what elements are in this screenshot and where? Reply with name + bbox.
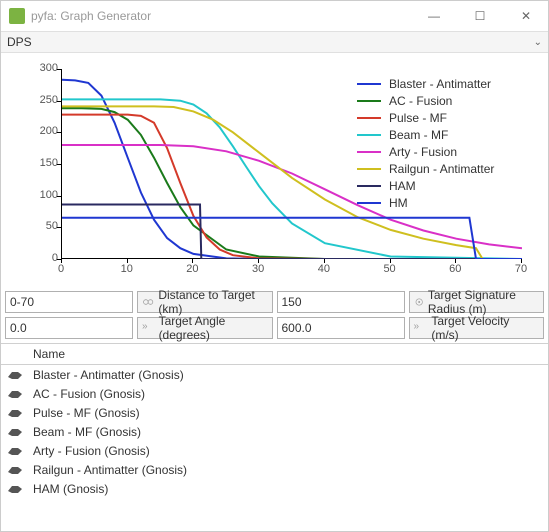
fit-name: HAM (Gnosis) [33, 482, 108, 496]
legend-label: AC - Fusion [389, 94, 452, 108]
velocity-icon: » [414, 321, 428, 335]
target-icon [414, 295, 424, 309]
velocity-input[interactable] [277, 317, 405, 339]
legend-item: HM [351, 194, 494, 211]
y-tick: 150 [18, 157, 58, 169]
legend-label: Blaster - Antimatter [389, 77, 491, 91]
x-tick: 0 [46, 263, 76, 275]
y-tick: 300 [18, 62, 58, 74]
velocity-label-text: Target Velocity (m/s) [431, 314, 539, 342]
legend-swatch [357, 202, 381, 204]
x-tick: 20 [177, 263, 207, 275]
fit-row[interactable]: Arty - Fusion (Gnosis) [1, 441, 548, 460]
list-header[interactable]: Name [1, 343, 548, 365]
fit-name: Beam - MF (Gnosis) [33, 425, 141, 439]
ship-icon [7, 406, 23, 420]
legend-swatch [357, 100, 381, 102]
ship-icon [7, 387, 23, 401]
legend-item: HAM [351, 177, 494, 194]
angle-label[interactable]: » Target Angle (degrees) [137, 317, 273, 339]
sig-label[interactable]: Target Signature Radius (m) [409, 291, 545, 313]
maximize-button[interactable]: ☐ [466, 9, 494, 23]
distance-label[interactable]: Distance to Target (km) [137, 291, 273, 313]
window-controls: — ☐ ✕ [420, 9, 540, 23]
velocity-field[interactable] [282, 321, 400, 335]
fit-list[interactable]: Blaster - Antimatter (Gnosis) AC - Fusion… [1, 365, 548, 531]
close-button[interactable]: ✕ [512, 9, 540, 23]
ship-icon [7, 444, 23, 458]
sig-field[interactable] [282, 295, 400, 309]
angle-input[interactable] [5, 317, 133, 339]
fit-row[interactable]: Railgun - Antimatter (Gnosis) [1, 460, 548, 479]
fit-list-area: Blaster - Antimatter (Gnosis) AC - Fusion… [1, 365, 548, 531]
chevron-down-icon: ⌄ [534, 37, 542, 48]
legend-item: AC - Fusion [351, 92, 494, 109]
angle-field[interactable] [10, 321, 128, 335]
graph-type-label: DPS [7, 35, 534, 49]
legend-swatch [357, 151, 381, 153]
distance-label-text: Distance to Target (km) [158, 288, 267, 316]
legend-swatch [357, 168, 381, 170]
distance-input[interactable] [5, 291, 133, 313]
legend-item: Arty - Fusion [351, 143, 494, 160]
legend-label: Arty - Fusion [389, 145, 457, 159]
y-tick: 50 [18, 220, 58, 232]
app-icon [9, 8, 25, 24]
distance-field[interactable] [10, 295, 128, 309]
minimize-button[interactable]: — [420, 9, 448, 23]
parameter-inputs: Distance to Target (km) Target Signature… [1, 287, 548, 343]
fit-row[interactable]: Pulse - MF (Gnosis) [1, 403, 548, 422]
x-tick: 50 [375, 263, 405, 275]
window-title: pyfa: Graph Generator [31, 9, 420, 23]
y-tick: 100 [18, 189, 58, 201]
legend: Blaster - Antimatter AC - Fusion Pulse - M… [351, 75, 494, 211]
fit-row[interactable]: HAM (Gnosis) [1, 479, 548, 498]
ship-icon [7, 425, 23, 439]
x-tick: 30 [243, 263, 273, 275]
fit-row[interactable]: Beam - MF (Gnosis) [1, 422, 548, 441]
fit-row[interactable]: Blaster - Antimatter (Gnosis) [1, 365, 548, 384]
legend-item: Pulse - MF [351, 109, 494, 126]
series-line [62, 205, 522, 260]
fit-name: AC - Fusion (Gnosis) [33, 387, 145, 401]
ship-icon [7, 482, 23, 496]
fit-name: Pulse - MF (Gnosis) [33, 406, 140, 420]
legend-label: Railgun - Antimatter [389, 162, 494, 176]
x-tick: 40 [309, 263, 339, 275]
legend-swatch [357, 117, 381, 119]
app-window: pyfa: Graph Generator — ☐ ✕ DPS ⌄ Blaste… [0, 0, 549, 532]
legend-swatch [357, 134, 381, 136]
y-tick: 200 [18, 125, 58, 137]
sig-label-text: Target Signature Radius (m) [428, 288, 539, 316]
x-tick: 70 [506, 263, 536, 275]
velocity-label[interactable]: » Target Velocity (m/s) [409, 317, 545, 339]
range-icon [142, 295, 154, 309]
legend-item: Railgun - Antimatter [351, 160, 494, 177]
line-chart: Blaster - Antimatter AC - Fusion Pulse - M… [7, 59, 532, 285]
x-tick: 10 [112, 263, 142, 275]
legend-label: Beam - MF [389, 128, 448, 142]
ship-icon [7, 463, 23, 477]
legend-label: HM [389, 196, 408, 210]
titlebar: pyfa: Graph Generator — ☐ ✕ [1, 1, 548, 31]
x-tick: 60 [440, 263, 470, 275]
graph-type-selector[interactable]: DPS ⌄ [1, 31, 548, 53]
fit-name: Railgun - Antimatter (Gnosis) [33, 463, 187, 477]
angle-icon: » [142, 321, 155, 335]
ship-icon [7, 368, 23, 382]
angle-label-text: Target Angle (degrees) [159, 314, 268, 342]
fit-name: Blaster - Antimatter (Gnosis) [33, 368, 184, 382]
legend-label: HAM [389, 179, 416, 193]
fit-row[interactable]: AC - Fusion (Gnosis) [1, 384, 548, 403]
legend-item: Blaster - Antimatter [351, 75, 494, 92]
legend-label: Pulse - MF [389, 111, 447, 125]
legend-swatch [357, 185, 381, 187]
list-header-name: Name [33, 347, 65, 361]
legend-swatch [357, 83, 381, 85]
chart-area: Blaster - Antimatter AC - Fusion Pulse - M… [1, 53, 548, 287]
fit-name: Arty - Fusion (Gnosis) [33, 444, 150, 458]
sig-input[interactable] [277, 291, 405, 313]
legend-item: Beam - MF [351, 126, 494, 143]
y-tick: 250 [18, 94, 58, 106]
